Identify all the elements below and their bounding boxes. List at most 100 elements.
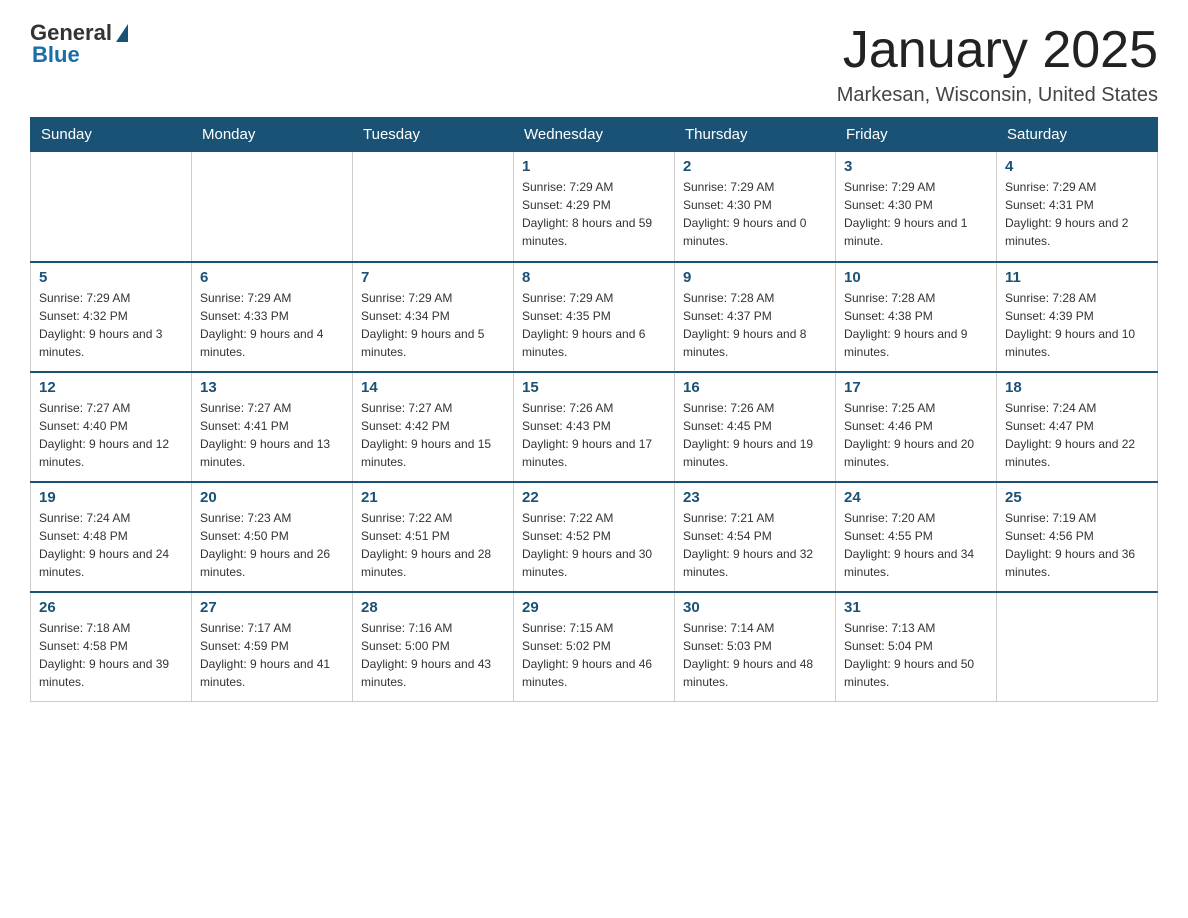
day-info: Sunrise: 7:18 AMSunset: 4:58 PMDaylight:… bbox=[39, 619, 183, 691]
day-number: 24 bbox=[844, 489, 988, 506]
calendar-day-cell: 25 Sunrise: 7:19 AMSunset: 4:56 PMDayligh… bbox=[997, 482, 1158, 592]
day-info: Sunrise: 7:16 AMSunset: 5:00 PMDaylight:… bbox=[361, 619, 505, 691]
day-number: 30 bbox=[683, 599, 827, 616]
calendar-day-cell: 24 Sunrise: 7:20 AMSunset: 4:55 PMDayligh… bbox=[836, 482, 997, 592]
calendar-day-cell bbox=[997, 592, 1158, 702]
calendar-day-cell: 17 Sunrise: 7:25 AMSunset: 4:46 PMDayligh… bbox=[836, 372, 997, 482]
day-info: Sunrise: 7:29 AMSunset: 4:31 PMDaylight:… bbox=[1005, 178, 1149, 250]
day-info: Sunrise: 7:25 AMSunset: 4:46 PMDaylight:… bbox=[844, 399, 988, 471]
calendar-week-row: 26 Sunrise: 7:18 AMSunset: 4:58 PMDayligh… bbox=[31, 592, 1158, 702]
day-info: Sunrise: 7:28 AMSunset: 4:39 PMDaylight:… bbox=[1005, 289, 1149, 361]
day-number: 25 bbox=[1005, 489, 1149, 506]
logo: General Blue bbox=[30, 20, 128, 68]
calendar-day-cell: 30 Sunrise: 7:14 AMSunset: 5:03 PMDayligh… bbox=[675, 592, 836, 702]
day-number: 28 bbox=[361, 599, 505, 616]
day-number: 18 bbox=[1005, 379, 1149, 396]
day-info: Sunrise: 7:19 AMSunset: 4:56 PMDaylight:… bbox=[1005, 509, 1149, 581]
day-number: 13 bbox=[200, 379, 344, 396]
day-number: 9 bbox=[683, 269, 827, 286]
day-info: Sunrise: 7:17 AMSunset: 4:59 PMDaylight:… bbox=[200, 619, 344, 691]
calendar-day-cell: 3 Sunrise: 7:29 AMSunset: 4:30 PMDaylight… bbox=[836, 152, 997, 262]
calendar-day-cell: 27 Sunrise: 7:17 AMSunset: 4:59 PMDayligh… bbox=[192, 592, 353, 702]
calendar-header-saturday: Saturday bbox=[997, 118, 1158, 152]
day-number: 4 bbox=[1005, 158, 1149, 175]
day-number: 12 bbox=[39, 379, 183, 396]
day-info: Sunrise: 7:20 AMSunset: 4:55 PMDaylight:… bbox=[844, 509, 988, 581]
day-number: 3 bbox=[844, 158, 988, 175]
calendar-week-row: 19Sunrise: 7:24 AMSunset: 4:48 PMDayligh… bbox=[31, 482, 1158, 592]
calendar-day-cell: 18 Sunrise: 7:24 AMSunset: 4:47 PMDayligh… bbox=[997, 372, 1158, 482]
calendar-day-cell: 19Sunrise: 7:24 AMSunset: 4:48 PMDayligh… bbox=[31, 482, 192, 592]
calendar-day-cell: 12 Sunrise: 7:27 AMSunset: 4:40 PMDayligh… bbox=[31, 372, 192, 482]
day-number: 26 bbox=[39, 599, 183, 616]
calendar-day-cell: 23Sunrise: 7:21 AMSunset: 4:54 PMDayligh… bbox=[675, 482, 836, 592]
calendar-day-cell: 11Sunrise: 7:28 AMSunset: 4:39 PMDayligh… bbox=[997, 262, 1158, 372]
calendar-day-cell: 13 Sunrise: 7:27 AMSunset: 4:41 PMDayligh… bbox=[192, 372, 353, 482]
day-info: Sunrise: 7:22 AMSunset: 4:51 PMDaylight:… bbox=[361, 509, 505, 581]
day-info: Sunrise: 7:28 AMSunset: 4:38 PMDaylight:… bbox=[844, 289, 988, 361]
calendar-header-wednesday: Wednesday bbox=[514, 118, 675, 152]
calendar-header-tuesday: Tuesday bbox=[353, 118, 514, 152]
day-number: 21 bbox=[361, 489, 505, 506]
day-number: 27 bbox=[200, 599, 344, 616]
day-info: Sunrise: 7:23 AMSunset: 4:50 PMDaylight:… bbox=[200, 509, 344, 581]
calendar-day-cell: 28 Sunrise: 7:16 AMSunset: 5:00 PMDayligh… bbox=[353, 592, 514, 702]
calendar-day-cell: 2 Sunrise: 7:29 AMSunset: 4:30 PMDaylight… bbox=[675, 152, 836, 262]
title-section: January 2025 Markesan, Wisconsin, United… bbox=[837, 20, 1158, 107]
day-number: 2 bbox=[683, 158, 827, 175]
day-info: Sunrise: 7:29 AMSunset: 4:35 PMDaylight:… bbox=[522, 289, 666, 361]
day-info: Sunrise: 7:29 AMSunset: 4:29 PMDaylight:… bbox=[522, 178, 666, 250]
day-info: Sunrise: 7:29 AMSunset: 4:30 PMDaylight:… bbox=[683, 178, 827, 250]
day-info: Sunrise: 7:21 AMSunset: 4:54 PMDaylight:… bbox=[683, 509, 827, 581]
day-info: Sunrise: 7:15 AMSunset: 5:02 PMDaylight:… bbox=[522, 619, 666, 691]
day-number: 7 bbox=[361, 269, 505, 286]
day-number: 29 bbox=[522, 599, 666, 616]
calendar-day-cell: 21 Sunrise: 7:22 AMSunset: 4:51 PMDayligh… bbox=[353, 482, 514, 592]
calendar-header-monday: Monday bbox=[192, 118, 353, 152]
calendar-day-cell: 1 Sunrise: 7:29 AMSunset: 4:29 PMDaylight… bbox=[514, 152, 675, 262]
day-info: Sunrise: 7:24 AMSunset: 4:48 PMDaylight:… bbox=[39, 509, 183, 581]
calendar-week-row: 1 Sunrise: 7:29 AMSunset: 4:29 PMDaylight… bbox=[31, 152, 1158, 262]
day-info: Sunrise: 7:22 AMSunset: 4:52 PMDaylight:… bbox=[522, 509, 666, 581]
day-info: Sunrise: 7:27 AMSunset: 4:40 PMDaylight:… bbox=[39, 399, 183, 471]
calendar-day-cell: 15Sunrise: 7:26 AMSunset: 4:43 PMDayligh… bbox=[514, 372, 675, 482]
calendar-day-cell: 7 Sunrise: 7:29 AMSunset: 4:34 PMDaylight… bbox=[353, 262, 514, 372]
day-info: Sunrise: 7:27 AMSunset: 4:42 PMDaylight:… bbox=[361, 399, 505, 471]
day-number: 10 bbox=[844, 269, 988, 286]
day-number: 31 bbox=[844, 599, 988, 616]
day-info: Sunrise: 7:29 AMSunset: 4:30 PMDaylight:… bbox=[844, 178, 988, 250]
page-header: General Blue January 2025 Markesan, Wisc… bbox=[30, 20, 1158, 107]
day-number: 20 bbox=[200, 489, 344, 506]
day-info: Sunrise: 7:14 AMSunset: 5:03 PMDaylight:… bbox=[683, 619, 827, 691]
calendar-header-row: SundayMondayTuesdayWednesdayThursdayFrid… bbox=[31, 118, 1158, 152]
day-number: 17 bbox=[844, 379, 988, 396]
day-info: Sunrise: 7:27 AMSunset: 4:41 PMDaylight:… bbox=[200, 399, 344, 471]
day-number: 8 bbox=[522, 269, 666, 286]
day-number: 14 bbox=[361, 379, 505, 396]
day-number: 5 bbox=[39, 269, 183, 286]
calendar-day-cell: 20 Sunrise: 7:23 AMSunset: 4:50 PMDayligh… bbox=[192, 482, 353, 592]
calendar-day-cell: 8 Sunrise: 7:29 AMSunset: 4:35 PMDaylight… bbox=[514, 262, 675, 372]
day-info: Sunrise: 7:29 AMSunset: 4:34 PMDaylight:… bbox=[361, 289, 505, 361]
calendar-header-friday: Friday bbox=[836, 118, 997, 152]
calendar-week-row: 5 Sunrise: 7:29 AMSunset: 4:32 PMDaylight… bbox=[31, 262, 1158, 372]
calendar-week-row: 12 Sunrise: 7:27 AMSunset: 4:40 PMDayligh… bbox=[31, 372, 1158, 482]
calendar-day-cell: 6Sunrise: 7:29 AMSunset: 4:33 PMDaylight… bbox=[192, 262, 353, 372]
calendar-day-cell: 31Sunrise: 7:13 AMSunset: 5:04 PMDayligh… bbox=[836, 592, 997, 702]
day-info: Sunrise: 7:29 AMSunset: 4:33 PMDaylight:… bbox=[200, 289, 344, 361]
day-number: 15 bbox=[522, 379, 666, 396]
calendar-day-cell bbox=[31, 152, 192, 262]
month-title: January 2025 bbox=[837, 20, 1158, 80]
day-number: 1 bbox=[522, 158, 666, 175]
calendar-day-cell: 10 Sunrise: 7:28 AMSunset: 4:38 PMDayligh… bbox=[836, 262, 997, 372]
calendar-day-cell bbox=[353, 152, 514, 262]
calendar-day-cell bbox=[192, 152, 353, 262]
day-info: Sunrise: 7:29 AMSunset: 4:32 PMDaylight:… bbox=[39, 289, 183, 361]
calendar-day-cell: 14 Sunrise: 7:27 AMSunset: 4:42 PMDayligh… bbox=[353, 372, 514, 482]
day-info: Sunrise: 7:28 AMSunset: 4:37 PMDaylight:… bbox=[683, 289, 827, 361]
calendar-day-cell: 16Sunrise: 7:26 AMSunset: 4:45 PMDayligh… bbox=[675, 372, 836, 482]
calendar-header-thursday: Thursday bbox=[675, 118, 836, 152]
day-number: 22 bbox=[522, 489, 666, 506]
day-info: Sunrise: 7:24 AMSunset: 4:47 PMDaylight:… bbox=[1005, 399, 1149, 471]
calendar-header-sunday: Sunday bbox=[31, 118, 192, 152]
